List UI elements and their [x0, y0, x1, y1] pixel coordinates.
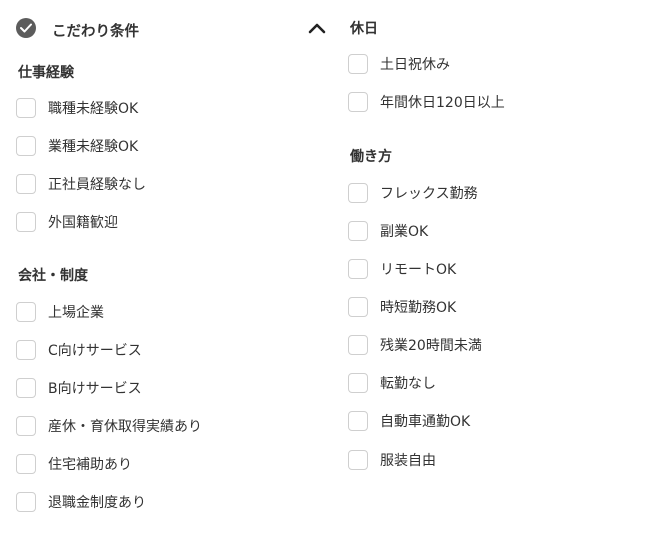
- checkbox-label: 残業20時間未満: [380, 338, 482, 354]
- checkbox-item[interactable]: 転勤なし: [348, 371, 436, 395]
- checkbox[interactable]: [16, 136, 36, 156]
- checkbox-item[interactable]: 時短勤務OK: [348, 295, 456, 319]
- checkbox[interactable]: [16, 378, 36, 398]
- checkbox-label: 業種未経験OK: [48, 139, 139, 155]
- checkbox[interactable]: [348, 54, 368, 74]
- checkbox-label: 産休・育休取得実績あり: [48, 419, 202, 435]
- checkbox-item[interactable]: 外国籍歓迎: [16, 210, 118, 234]
- checkbox[interactable]: [16, 340, 36, 360]
- checkbox[interactable]: [16, 454, 36, 474]
- checkbox-label: 正社員経験なし: [48, 177, 146, 193]
- check-circle-icon: [16, 18, 36, 38]
- checkbox[interactable]: [16, 212, 36, 232]
- filter-header[interactable]: こだわり条件: [16, 14, 332, 44]
- checkbox[interactable]: [16, 302, 36, 322]
- checkbox-item[interactable]: 服装自由: [348, 448, 436, 472]
- checkbox-item[interactable]: 年間休日120日以上: [348, 90, 505, 114]
- section-title-work-experience: 仕事経験: [18, 65, 74, 81]
- checkbox-label: C向けサービス: [48, 343, 142, 359]
- checkbox-item[interactable]: 産休・育休取得実績あり: [16, 414, 202, 438]
- checkbox-label: 副業OK: [380, 224, 429, 240]
- checkbox[interactable]: [16, 492, 36, 512]
- checkbox-item[interactable]: C向けサービス: [16, 338, 142, 362]
- section-title-work-style: 働き方: [350, 149, 392, 165]
- checkbox[interactable]: [348, 183, 368, 203]
- checkbox-label: 土日祝休み: [380, 57, 450, 73]
- checkbox[interactable]: [16, 174, 36, 194]
- checkbox-label: 服装自由: [380, 453, 436, 469]
- checkbox-label: フレックス勤務: [380, 186, 478, 202]
- checkbox[interactable]: [348, 92, 368, 112]
- checkbox[interactable]: [16, 98, 36, 118]
- checkbox-item[interactable]: 職種未経験OK: [16, 96, 138, 120]
- checkbox-item[interactable]: 退職金制度あり: [16, 490, 146, 514]
- checkbox-label: 年間休日120日以上: [380, 95, 505, 111]
- checkbox[interactable]: [348, 373, 368, 393]
- checkbox[interactable]: [348, 335, 368, 355]
- checkbox-item[interactable]: 正社員経験なし: [16, 172, 146, 196]
- checkbox-item[interactable]: 住宅補助あり: [16, 452, 132, 476]
- section-title-holidays: 休日: [350, 21, 378, 37]
- checkbox-item[interactable]: リモートOK: [348, 257, 456, 281]
- checkbox-label: 職種未経験OK: [48, 101, 139, 117]
- filter-header-title: こだわり条件: [52, 24, 139, 40]
- checkbox[interactable]: [348, 297, 368, 317]
- checkbox-item[interactable]: 土日祝休み: [348, 52, 450, 76]
- checkbox-label: B向けサービス: [48, 381, 142, 397]
- checkbox[interactable]: [348, 411, 368, 431]
- checkbox-label: 時短勤務OK: [380, 300, 457, 316]
- checkbox-item[interactable]: B向けサービス: [16, 376, 142, 400]
- checkbox[interactable]: [348, 450, 368, 470]
- checkbox-label: 上場企業: [48, 305, 104, 321]
- checkbox-item[interactable]: 業種未経験OK: [16, 134, 138, 158]
- checkbox-label: 退職金制度あり: [48, 495, 146, 511]
- checkbox-item[interactable]: 自動車通勤OK: [348, 409, 470, 433]
- checkbox-item[interactable]: 上場企業: [16, 300, 104, 324]
- checkbox[interactable]: [348, 259, 368, 279]
- checkbox-label: 転勤なし: [380, 376, 436, 392]
- checkbox-label: 外国籍歓迎: [48, 215, 118, 231]
- checkbox-item[interactable]: 残業20時間未満: [348, 333, 482, 357]
- checkbox-label: 住宅補助あり: [48, 457, 132, 473]
- checkbox-label: リモートOK: [380, 262, 457, 278]
- section-title-company-system: 会社・制度: [18, 268, 88, 284]
- checkbox-label: 自動車通勤OK: [380, 414, 471, 430]
- chevron-up-icon[interactable]: [308, 20, 326, 34]
- checkbox[interactable]: [16, 416, 36, 436]
- checkbox-item[interactable]: フレックス勤務: [348, 181, 478, 205]
- checkbox-item[interactable]: 副業OK: [348, 219, 428, 243]
- checkbox[interactable]: [348, 221, 368, 241]
